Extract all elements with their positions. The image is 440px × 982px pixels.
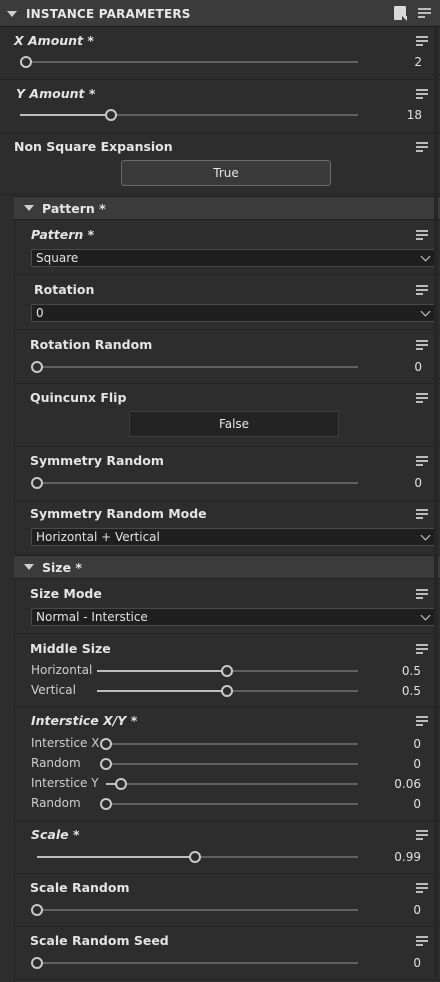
middle-size-label: Middle Size: [30, 641, 111, 656]
symmetry-random-label: Symmetry Random: [30, 453, 164, 468]
non-square-expansion-label: Non Square Expansion: [14, 139, 173, 154]
scale-random-seed-slider[interactable]: [37, 962, 358, 964]
interstice-x-random-label: Random: [31, 756, 81, 770]
symmetry-random-slider[interactable]: [37, 482, 358, 484]
panel-header[interactable]: INSTANCE PARAMETERS: [0, 0, 440, 27]
scale-random-seed-value[interactable]: 0: [371, 956, 421, 970]
vertical-label: Vertical: [31, 683, 76, 697]
menu-icon[interactable]: [418, 8, 432, 20]
scale-random-label: Scale Random: [30, 880, 130, 895]
quincunx-flip-label: Quincunx Flip: [30, 390, 127, 405]
pattern-section-title: Pattern *: [42, 201, 106, 216]
y-amount-label: Y Amount *: [16, 86, 96, 101]
param-menu-icon[interactable]: [416, 456, 430, 468]
vertical-value[interactable]: 0.5: [371, 684, 421, 698]
horizontal-value[interactable]: 0.5: [371, 664, 421, 678]
slider-handle[interactable]: [221, 685, 233, 697]
slider-handle[interactable]: [105, 109, 117, 121]
size-mode-select-value: Normal - Interstice: [36, 610, 148, 624]
collapse-caret-icon[interactable]: [7, 11, 17, 17]
interstice-x-slider[interactable]: [106, 743, 358, 745]
param-menu-icon[interactable]: [416, 589, 430, 601]
slider-handle[interactable]: [221, 665, 233, 677]
non-square-toggle-button[interactable]: True: [121, 160, 331, 186]
slider-handle[interactable]: [100, 758, 112, 770]
slider-handle[interactable]: [31, 957, 43, 969]
size-mode-label: Size Mode: [30, 586, 102, 601]
interstice-y-slider[interactable]: [106, 783, 358, 785]
chevron-down-icon: [420, 251, 431, 262]
interstice-label: Interstice X/Y *: [31, 713, 138, 728]
slider-handle[interactable]: [31, 361, 43, 373]
scrollbar[interactable]: [434, 27, 438, 977]
scale-label: Scale *: [31, 827, 80, 842]
rotation-label: Rotation: [34, 282, 95, 297]
quincunx-flip-toggle-button[interactable]: False: [129, 411, 339, 437]
rotation-random-value[interactable]: 0: [372, 360, 422, 374]
slider-handle[interactable]: [20, 56, 32, 68]
interstice-y-value[interactable]: 0.06: [371, 777, 421, 791]
size-section-title: Size *: [42, 560, 82, 575]
rotation-select[interactable]: 0: [31, 304, 436, 322]
slider-handle[interactable]: [31, 477, 43, 489]
interstice-x-random-value[interactable]: 0: [371, 757, 421, 771]
collapse-caret-icon[interactable]: [24, 564, 34, 570]
param-menu-icon[interactable]: [416, 340, 430, 352]
interstice-x-value[interactable]: 0: [371, 737, 421, 751]
rotation-select-value: 0: [36, 306, 44, 320]
param-menu-icon[interactable]: [416, 936, 430, 948]
symmetry-random-value[interactable]: 0: [372, 476, 422, 490]
scale-random-value[interactable]: 0: [371, 903, 421, 917]
param-menu-icon[interactable]: [416, 36, 430, 48]
size-section-header[interactable]: Size *: [14, 555, 440, 579]
param-menu-icon[interactable]: [416, 644, 430, 656]
scale-value[interactable]: 0.99: [371, 850, 421, 864]
x-amount-slider[interactable]: [26, 61, 358, 63]
x-amount-label: X Amount *: [14, 33, 94, 48]
panel-title: INSTANCE PARAMETERS: [26, 7, 191, 21]
interstice-y-random-label: Random: [31, 796, 81, 810]
pattern-section-header[interactable]: Pattern *: [14, 196, 440, 220]
y-amount-value[interactable]: 18: [372, 108, 422, 122]
symmetry-mode-select-value: Horizontal + Vertical: [36, 530, 160, 544]
param-menu-icon[interactable]: [416, 716, 430, 728]
symmetry-mode-select[interactable]: Horizontal + Vertical: [31, 528, 436, 546]
param-menu-icon[interactable]: [416, 509, 430, 521]
param-menu-icon[interactable]: [416, 142, 430, 154]
chevron-down-icon: [420, 610, 431, 621]
page-icon[interactable]: [394, 6, 409, 23]
symmetry-random-mode-label: Symmetry Random Mode: [30, 506, 207, 521]
param-menu-icon[interactable]: [416, 830, 430, 842]
scale-random-slider[interactable]: [37, 909, 358, 911]
scale-random-seed-label: Scale Random Seed: [30, 933, 169, 948]
param-menu-icon[interactable]: [416, 230, 430, 242]
slider-handle[interactable]: [100, 798, 112, 810]
rotation-random-label: Rotation Random: [30, 337, 153, 352]
x-amount-value[interactable]: 2: [372, 55, 422, 69]
param-menu-icon[interactable]: [416, 89, 430, 101]
slider-handle[interactable]: [31, 904, 43, 916]
interstice-x-label: Interstice X: [31, 736, 100, 750]
slider-handle[interactable]: [189, 851, 201, 863]
interstice-y-label: Interstice Y: [31, 776, 99, 790]
param-menu-icon[interactable]: [416, 883, 430, 895]
horizontal-label: Horizontal: [31, 663, 93, 677]
size-mode-select[interactable]: Normal - Interstice: [31, 608, 436, 626]
interstice-y-random-value[interactable]: 0: [371, 797, 421, 811]
slider-handle[interactable]: [115, 778, 127, 790]
interstice-y-random-slider[interactable]: [106, 803, 358, 805]
param-menu-icon[interactable]: [416, 285, 430, 297]
pattern-label: Pattern *: [31, 227, 95, 242]
chevron-down-icon: [420, 530, 431, 541]
chevron-down-icon: [420, 306, 431, 317]
collapse-caret-icon[interactable]: [24, 205, 34, 211]
rotation-random-slider[interactable]: [37, 366, 358, 368]
pattern-select-value: Square: [36, 251, 79, 265]
interstice-x-random-slider[interactable]: [106, 763, 358, 765]
param-menu-icon[interactable]: [416, 393, 430, 405]
slider-handle[interactable]: [100, 738, 112, 750]
pattern-select[interactable]: Square: [31, 249, 436, 267]
